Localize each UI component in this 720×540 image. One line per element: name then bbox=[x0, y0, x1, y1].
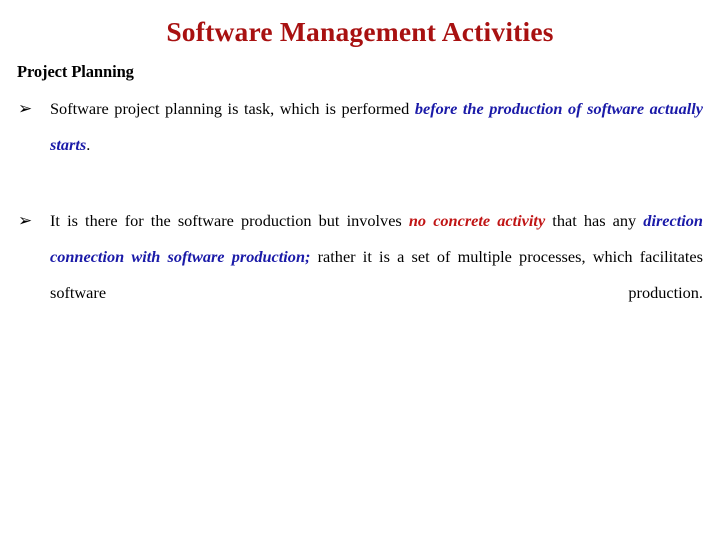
page-title: Software Management Activities bbox=[166, 16, 554, 47]
slide-body: Project Planning ➢ Software project plan… bbox=[17, 62, 703, 347]
list-item: ➢ Software project planning is task, whi… bbox=[17, 91, 703, 199]
slide-canvas: Software Management Activities Project P… bbox=[0, 0, 720, 540]
list-item-text: Software project planning is task, which… bbox=[50, 91, 703, 199]
list-item: ➢ It is there for the software productio… bbox=[17, 203, 703, 347]
text-run: no concrete activity bbox=[408, 210, 546, 230]
text-run: It is there for the software production … bbox=[50, 210, 409, 230]
bullet-arrow-icon: ➢ bbox=[18, 98, 33, 118]
text-run: . bbox=[86, 134, 91, 154]
text-run: Software project planning is task, which… bbox=[50, 98, 415, 118]
list-item-text: It is there for the software production … bbox=[50, 203, 703, 347]
section-heading: Project Planning bbox=[17, 62, 134, 81]
bullet-arrow-icon: ➢ bbox=[18, 210, 33, 230]
text-run: that has any bbox=[545, 210, 644, 230]
